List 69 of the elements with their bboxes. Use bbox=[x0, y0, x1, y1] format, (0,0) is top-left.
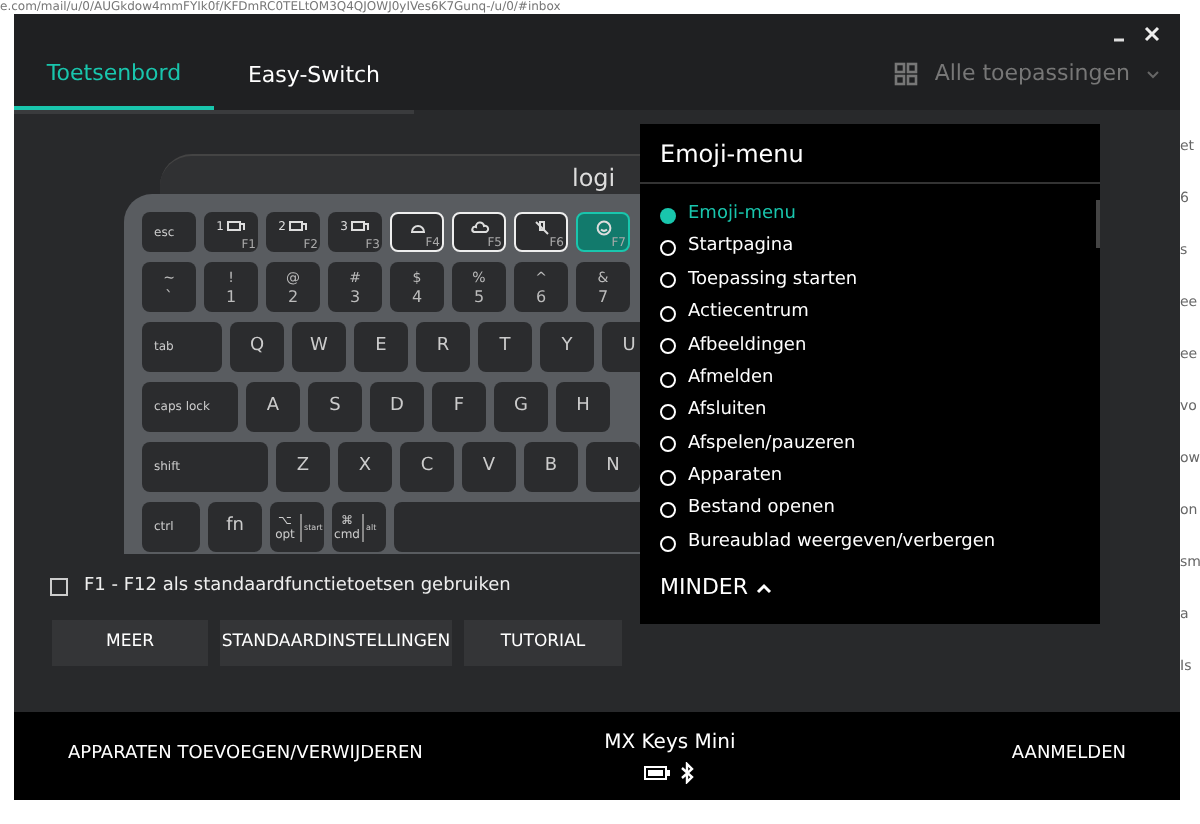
cloud-icon bbox=[469, 220, 489, 236]
keyboard-key[interactable]: A bbox=[246, 382, 300, 432]
brand-logo: logi bbox=[572, 162, 616, 196]
menu-option[interactable]: Toepassing starten bbox=[688, 267, 858, 295]
action-button[interactable]: TUTORIAL bbox=[464, 620, 622, 666]
keyboard-key[interactable]: Q bbox=[230, 322, 284, 372]
menu-title: Emoji-menu bbox=[640, 124, 1100, 184]
keyboard-key[interactable]: N bbox=[586, 442, 640, 492]
keyboard-key[interactable]: H bbox=[556, 382, 610, 432]
menu-option[interactable]: Startpagina bbox=[688, 234, 794, 262]
grid-icon[interactable] bbox=[894, 62, 919, 86]
keyboard-key[interactable]: Z bbox=[276, 442, 330, 492]
action-button[interactable]: MEER bbox=[52, 620, 208, 666]
caret-up-icon[interactable] bbox=[756, 581, 773, 594]
bluetooth-icon bbox=[680, 762, 695, 784]
keyboard-key[interactable]: Y bbox=[540, 322, 594, 372]
chevron-down-icon[interactable] bbox=[1146, 69, 1160, 79]
keyboard-key[interactable]: D bbox=[370, 382, 424, 432]
menu-option[interactable]: Apparaten bbox=[688, 464, 783, 492]
battery-icon bbox=[644, 766, 671, 780]
radio-button[interactable] bbox=[660, 207, 676, 224]
device-name: MX Keys Mini bbox=[604, 730, 736, 758]
device-icon bbox=[349, 218, 370, 234]
mic-off-icon bbox=[531, 220, 551, 236]
menu-option[interactable]: Actiecentrum bbox=[688, 300, 809, 328]
dictation-icon bbox=[407, 220, 427, 236]
radio-button[interactable] bbox=[660, 272, 676, 289]
scrollbar-thumb[interactable] bbox=[1096, 200, 1100, 248]
keyboard-key[interactable]: R bbox=[416, 322, 470, 372]
keyboard-key[interactable]: fn bbox=[208, 502, 262, 552]
tab[interactable]: Toetsenbord bbox=[14, 42, 214, 110]
device-icon bbox=[287, 218, 308, 234]
app-filter-dropdown[interactable]: Alle toepassingen bbox=[934, 57, 1130, 91]
radio-button[interactable] bbox=[660, 371, 676, 388]
keyboard-key[interactable]: T bbox=[478, 322, 532, 372]
menu-option[interactable]: Bureaublad weergeven/verbergen bbox=[688, 529, 996, 557]
keyboard-key[interactable]: S bbox=[308, 382, 362, 432]
checkbox-label: F1 - F12 als standaardfunctietoetsen gebruiken bbox=[84, 574, 511, 600]
tab[interactable]: Easy-Switch bbox=[214, 42, 414, 110]
close-icon[interactable] bbox=[1144, 26, 1160, 42]
menu-option[interactable]: Emoji-menu bbox=[688, 201, 796, 229]
keyboard-key[interactable]: F bbox=[432, 382, 486, 432]
menu-option[interactable]: Afspelen/pauzeren bbox=[688, 431, 856, 459]
menu-option[interactable]: Afsluiten bbox=[688, 398, 767, 426]
radio-button[interactable] bbox=[660, 436, 676, 453]
radio-button[interactable] bbox=[660, 338, 676, 355]
keyboard-key[interactable]: G bbox=[494, 382, 548, 432]
radio-button[interactable] bbox=[660, 305, 676, 322]
emoji-icon bbox=[593, 220, 613, 236]
radio-button[interactable] bbox=[660, 502, 676, 519]
menu-option[interactable]: Afbeeldingen bbox=[688, 333, 807, 360]
keyboard-key[interactable]: B bbox=[524, 442, 578, 492]
action-button[interactable]: STANDAARDINSTELLINGEN bbox=[220, 620, 452, 666]
keyboard-key[interactable]: X bbox=[338, 442, 392, 492]
keyboard-key[interactable]: E bbox=[354, 322, 408, 372]
menu-option[interactable]: Afmelden bbox=[688, 365, 774, 393]
radio-button[interactable] bbox=[660, 535, 676, 552]
radio-button[interactable] bbox=[660, 404, 676, 421]
keyboard-key[interactable]: C bbox=[400, 442, 454, 492]
keyboard-key[interactable]: W bbox=[292, 322, 346, 372]
menu-option[interactable]: Bestand openen bbox=[688, 496, 835, 524]
add-remove-devices-link[interactable]: APPARATEN TOEVOEGEN/VERWIJDEREN bbox=[68, 742, 468, 770]
less-toggle[interactable]: MINDER bbox=[640, 571, 1100, 624]
radio-button[interactable] bbox=[660, 240, 676, 257]
keyboard-key[interactable]: V bbox=[462, 442, 516, 492]
device-icon bbox=[225, 218, 246, 234]
radio-button[interactable] bbox=[660, 469, 676, 486]
sign-in-link[interactable]: AANMELDEN bbox=[1011, 742, 1126, 770]
checkbox[interactable] bbox=[50, 578, 68, 597]
